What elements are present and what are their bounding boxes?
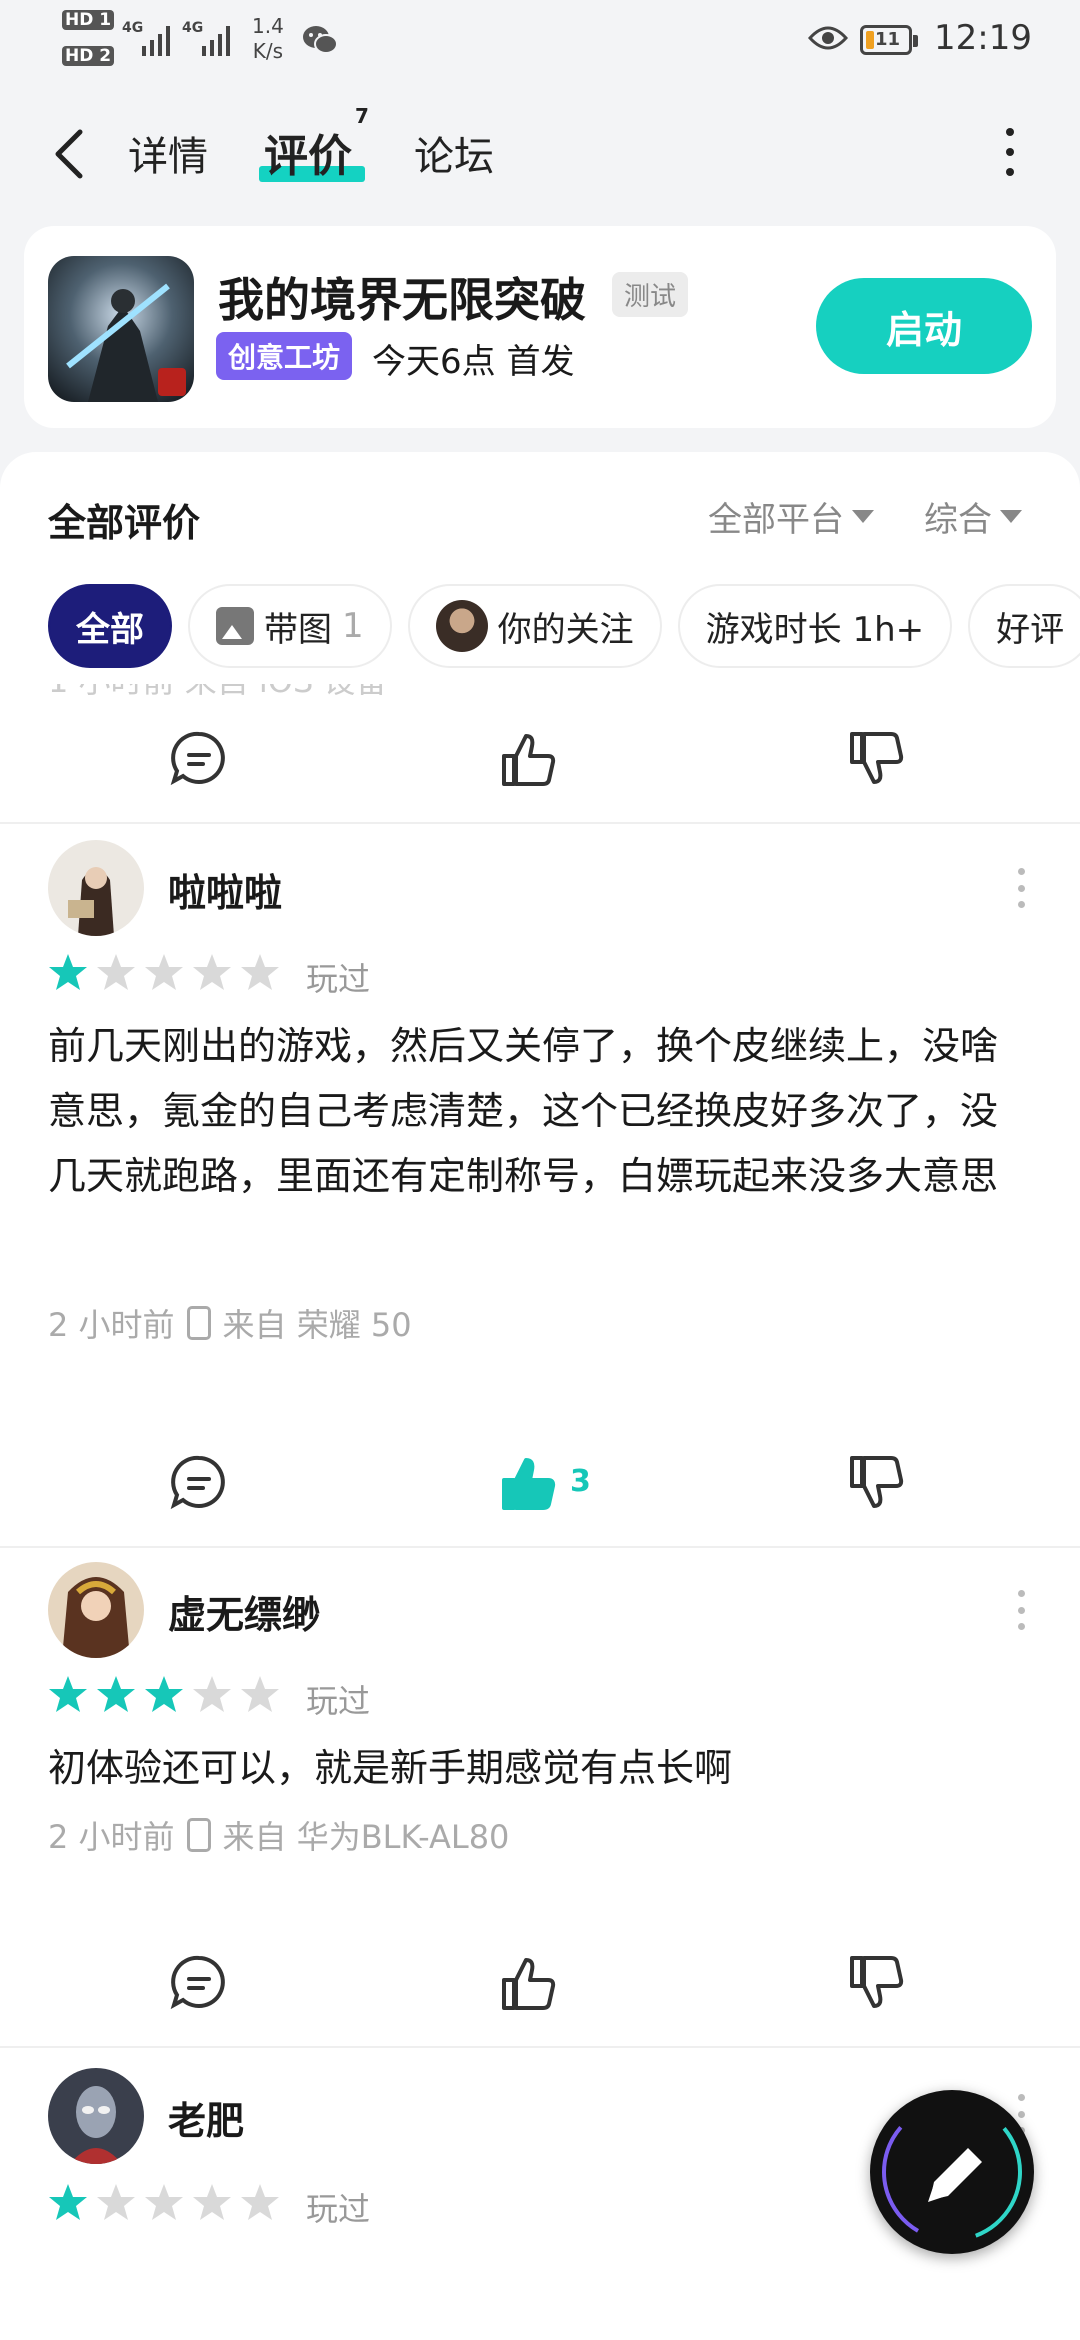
thumbs-up-icon[interactable] xyxy=(498,1950,564,2016)
review-actions: 3 xyxy=(0,1438,1080,1528)
star-filled-icon xyxy=(97,1676,135,1712)
reviewer-name[interactable]: 老肥 xyxy=(168,2090,244,2145)
pencil-icon xyxy=(882,2102,1022,2242)
tab-details[interactable]: 详情 xyxy=(128,124,208,182)
star-filled-icon xyxy=(145,1676,183,1712)
comment-icon[interactable] xyxy=(168,726,234,792)
played-label: 玩过 xyxy=(306,2190,371,2228)
avatar[interactable] xyxy=(48,840,144,936)
test-badge: 测试 xyxy=(612,272,689,317)
reviews-panel: 全部评价 全部平台 综合 全部 带图 1 你的关注 游戏时长 1h+ 好评 1 … xyxy=(0,452,1080,2340)
review-text: 前几天刚出的游戏，然后又关停了，换个皮继续上，没啥意思，氪金的自己考虑清楚，这个… xyxy=(48,1024,999,1198)
tab-reviews[interactable]: 评价 xyxy=(264,120,352,184)
avatar[interactable] xyxy=(48,2068,144,2164)
review-text: 初体验还可以，就是新手期感觉有点长啊 xyxy=(48,1746,733,1790)
comment-icon[interactable] xyxy=(168,1950,234,2016)
chip-playtime[interactable]: 游戏时长 1h+ xyxy=(677,584,953,668)
divider xyxy=(0,1546,1080,1548)
thumbs-up-icon[interactable] xyxy=(498,726,564,792)
phone-icon xyxy=(186,1306,211,1340)
reviewer-name[interactable]: 啦啦啦 xyxy=(168,862,282,917)
review-item: 啦啦啦 玩过 前几天刚出的游戏，然后又关停了，换个皮继续上，没啥意思，氪金的自己… xyxy=(0,834,1080,1394)
reviews-section-title: 全部评价 xyxy=(48,501,201,545)
caret-down-icon xyxy=(1000,510,1022,523)
write-review-button[interactable] xyxy=(870,2090,1034,2254)
game-title: 我的境界无限突破 xyxy=(218,273,586,327)
reviewer-name[interactable]: 虚无缥缈 xyxy=(168,1584,320,1639)
previous-review-meta: 1 小时前 来自 iOS 设备 xyxy=(48,684,387,702)
chip-with-image[interactable]: 带图 1 xyxy=(188,584,392,668)
star-filled-icon xyxy=(49,954,87,990)
rating-stars xyxy=(48,2182,280,2222)
divider xyxy=(0,2046,1080,2048)
star-empty-icon xyxy=(193,1676,231,1712)
hd2-indicator: HD 2 xyxy=(62,46,115,66)
filter-chips: 全部 带图 1 你的关注 游戏时长 1h+ 好评 xyxy=(48,584,1080,668)
review-meta: 2 小时前 来自 华为BLK-AL80 xyxy=(48,1818,510,1856)
review-more-icon[interactable] xyxy=(1014,1590,1028,1630)
thumbs-down-icon[interactable] xyxy=(846,1450,912,1516)
hd1-indicator: HD 1 xyxy=(62,10,115,30)
chip-good[interactable]: 好评 xyxy=(968,584,1080,668)
played-label: 玩过 xyxy=(306,960,371,998)
star-empty-icon xyxy=(145,2184,183,2220)
following-avatar xyxy=(435,600,488,652)
tab-forum[interactable]: 论坛 xyxy=(414,124,494,182)
workshop-badge: 创意工坊 xyxy=(216,332,353,380)
review-more-icon[interactable] xyxy=(1014,868,1028,908)
comment-icon[interactable] xyxy=(168,1450,234,1516)
chip-all[interactable]: 全部 xyxy=(48,584,172,668)
wechat-icon xyxy=(303,26,338,54)
star-filled-icon xyxy=(49,1676,87,1712)
signal-icon-2 xyxy=(202,18,230,56)
network-type-1: 4G xyxy=(122,20,144,36)
review-meta: 2 小时前 来自 荣耀 50 xyxy=(48,1306,412,1344)
thumbs-up-icon-active[interactable]: 3 xyxy=(498,1450,591,1516)
release-info: 今天6点 首发 xyxy=(372,342,575,382)
divider xyxy=(0,822,1080,824)
reviews-tab-badge: 7 xyxy=(355,104,369,128)
signal-icon xyxy=(142,18,170,56)
eye-icon xyxy=(808,26,848,50)
star-filled-icon xyxy=(49,2184,87,2220)
network-speed: 1.4 K/s xyxy=(252,14,284,63)
star-empty-icon xyxy=(193,954,231,990)
review-item: 虚无缥缈 玩过 初体验还可以，就是新手期感觉有点长啊 2 小时前 来自 华为BL… xyxy=(0,1556,1080,1876)
launch-button[interactable]: 启动 xyxy=(816,278,1032,374)
star-empty-icon xyxy=(145,954,183,990)
review-actions xyxy=(0,714,1080,804)
more-options-icon[interactable] xyxy=(1000,128,1020,176)
review-actions xyxy=(0,1938,1080,2028)
star-empty-icon xyxy=(193,2184,231,2220)
star-empty-icon xyxy=(241,954,279,990)
chip-following[interactable]: 你的关注 xyxy=(407,584,662,668)
game-card[interactable]: 我的境界无限突破 测试 创意工坊 今天6点 首发 启动 xyxy=(24,226,1056,428)
thumbs-down-icon[interactable] xyxy=(846,726,912,792)
battery-icon: 11 xyxy=(860,25,918,55)
game-icon xyxy=(48,256,194,402)
like-count: 3 xyxy=(570,1464,591,1499)
status-bar: HD 1 HD 2 4G 4G 1.4 K/s 11 12:19 xyxy=(0,0,1080,84)
back-arrow-icon[interactable] xyxy=(50,124,90,184)
clock: 12:19 xyxy=(934,18,1032,58)
star-empty-icon xyxy=(241,2184,279,2220)
avatar[interactable] xyxy=(48,1562,144,1658)
rating-stars xyxy=(48,1674,280,1714)
thumbs-down-icon[interactable] xyxy=(846,1950,912,2016)
caret-down-icon xyxy=(852,510,874,523)
star-empty-icon xyxy=(97,2184,135,2220)
network-type-2: 4G xyxy=(182,20,204,36)
star-empty-icon xyxy=(241,1676,279,1712)
played-label: 玩过 xyxy=(306,1682,371,1720)
image-icon xyxy=(216,607,254,645)
rating-stars xyxy=(48,952,280,992)
phone-icon xyxy=(186,1818,211,1852)
star-empty-icon xyxy=(97,954,135,990)
sort-dropdown[interactable]: 综合 xyxy=(924,492,1022,541)
platform-filter-dropdown[interactable]: 全部平台 xyxy=(708,492,874,541)
